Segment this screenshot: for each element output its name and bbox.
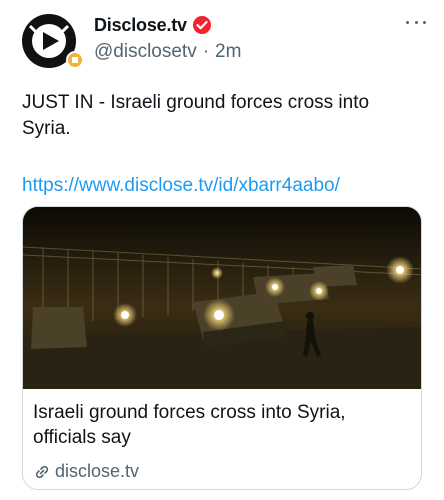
affiliate-badge-icon — [66, 51, 84, 69]
handle[interactable]: @disclosetv — [94, 41, 197, 63]
verified-icon — [192, 16, 211, 34]
tweet-header: Disclose.tv @disclosetv · 2m — [94, 14, 424, 66]
tweet-text: JUST IN - Israeli ground forces cross in… — [22, 92, 370, 139]
timestamp[interactable]: 2m — [215, 41, 241, 63]
tweet-link[interactable]: https://www.disclose.tv/id/xbarr4aabo/ — [22, 173, 422, 199]
card-domain-text: disclose.tv — [55, 461, 140, 481]
link-card[interactable]: Israeli ground forces cross into Syria, … — [22, 206, 422, 490]
separator-dot: · — [202, 41, 210, 62]
card-title[interactable]: Israeli ground forces cross into Syria, … — [33, 400, 413, 450]
more-options-icon[interactable] — [406, 14, 426, 30]
card-image[interactable] — [23, 207, 421, 389]
link-icon — [35, 465, 49, 478]
card-domain[interactable]: disclose.tv — [33, 461, 139, 482]
tweet[interactable]: Disclose.tv @disclosetv · 2m JUST IN - I… — [0, 0, 444, 500]
display-name[interactable]: Disclose.tv — [94, 15, 187, 36]
